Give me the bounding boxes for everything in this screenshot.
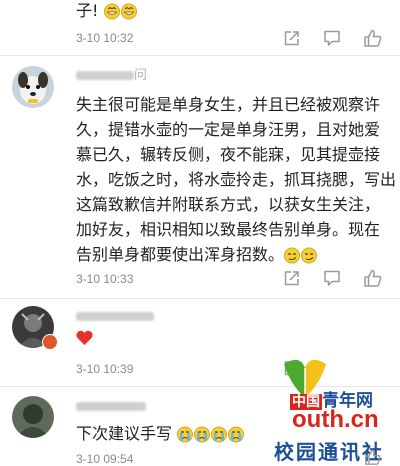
smirk-emoji	[284, 247, 318, 264]
avatar[interactable]	[12, 66, 54, 108]
user-avatar-image	[12, 396, 54, 438]
comment-2-line: 这篇致歉信并附联系方式，以获女生关注，	[76, 195, 381, 214]
comment-1-reply-button[interactable]	[323, 29, 341, 47]
comment-4-timestamp: 3-10 09:54	[76, 452, 134, 466]
comment-1-share-button[interactable]	[283, 29, 301, 47]
comment-2-timestamp: 3-10 10:33	[76, 272, 134, 286]
separator	[0, 298, 400, 299]
comment-1-text-line: 子!	[76, 1, 99, 20]
comment-3-timestamp: 3-10 10:39	[76, 362, 134, 376]
comment-icon	[324, 30, 340, 46]
comment-icon	[324, 270, 340, 286]
like-icon	[365, 449, 381, 465]
blurred-username	[76, 312, 154, 321]
comment-4-text-body: 下次建议手写	[76, 424, 173, 443]
comment-2-line: 加好友，相识相知以致最终告别单身。现在	[76, 220, 381, 239]
comment-1-text: 子!	[76, 0, 138, 23]
comment-2-text: 失主很可能是单身女生，并且已经被观察许 久，提错水壶的一定是单身汪男，且对她爱 …	[76, 92, 396, 267]
like-icon	[364, 269, 382, 287]
grin-emoji	[103, 3, 137, 20]
comment-2-line: 失主很可能是单身女生，并且已经被观察许	[76, 95, 381, 114]
separator	[0, 55, 400, 56]
comment-3-text	[76, 330, 93, 350]
comment-1-like-button[interactable]	[363, 28, 383, 48]
comment-2-line: 水，吃饭之时，将水壶拎走，抓耳挠腮，写出	[76, 170, 397, 189]
comment-1-timestamp: 3-10 10:32	[76, 31, 134, 45]
comment-4-text: 下次建议手写	[76, 421, 245, 446]
comment-2-reply-button[interactable]	[323, 269, 341, 287]
username-suffix: 问	[134, 68, 148, 83]
comment-4-like-button[interactable]	[363, 448, 383, 466]
comment-2-share-button[interactable]	[283, 269, 301, 287]
vip-badge	[42, 334, 58, 350]
comment-2-line: 久，提错水壶的一定是单身汪男，且对她爱	[76, 120, 381, 139]
comment-2-line: 慕已久，辗转反侧，夜不能寐，见其提壶接	[76, 145, 381, 164]
cry-emoji	[177, 426, 245, 443]
watermark-domain: outh.cn	[292, 406, 379, 433]
red-heart-icon	[76, 330, 93, 345]
blurred-username	[76, 71, 134, 80]
dog-avatar-image	[12, 66, 54, 108]
blurred-username	[76, 402, 146, 411]
avatar[interactable]	[12, 396, 54, 438]
like-icon	[364, 29, 382, 47]
comment-2-line: 告别单身都要使出浑身招数。	[76, 245, 285, 264]
share-icon	[284, 31, 299, 46]
share-icon	[284, 271, 299, 286]
comment-2-like-button[interactable]	[363, 268, 383, 288]
